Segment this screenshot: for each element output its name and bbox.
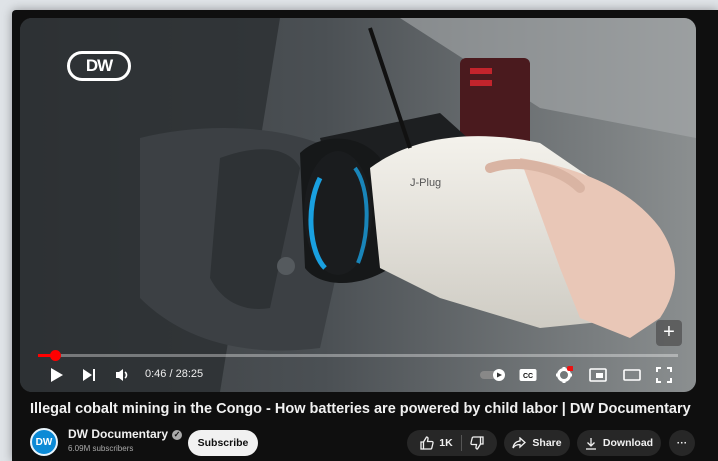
fullscreen-icon[interactable] [652, 364, 676, 386]
divider [460, 435, 462, 451]
share-icon [512, 437, 527, 449]
cc-icon[interactable]: CC [516, 364, 540, 386]
subscribe-button[interactable]: Subscribe [188, 430, 258, 456]
subscriber-count: 6.09M subscribers [68, 444, 134, 453]
verified-icon: ✓ [172, 429, 183, 440]
cc-label: CC [523, 373, 533, 380]
share-button[interactable]: Share [504, 430, 570, 456]
download-icon [585, 437, 597, 450]
download-label: Download [602, 437, 654, 449]
more-label: ··· [676, 437, 688, 449]
player-controls: 0:46 / 28:25 CC [20, 361, 696, 389]
scrubber-handle[interactable] [50, 350, 61, 361]
settings-icon[interactable] [552, 364, 576, 386]
plug-label: J-Plug [410, 177, 441, 189]
channel-name[interactable]: DW Documentary [68, 427, 168, 441]
dislike-icon[interactable] [470, 436, 484, 450]
autoplay-toggle-icon[interactable] [478, 364, 508, 386]
channel-name-row: DW Documentary ✓ [68, 427, 183, 441]
share-label: Share [532, 437, 562, 449]
like-dislike-group: 1K [407, 430, 497, 456]
like-count[interactable]: 1K [439, 437, 452, 449]
next-icon[interactable] [78, 364, 100, 386]
more-icon[interactable]: ··· [669, 430, 695, 456]
theater-icon[interactable] [620, 364, 644, 386]
miniplayer-icon[interactable] [586, 364, 610, 386]
video-player[interactable]: J-Plug DW + 0:46 / 28:25 CC [20, 18, 696, 392]
video-title: Illegal cobalt mining in the Congo - How… [30, 401, 691, 417]
dw-logo: DW [67, 51, 131, 81]
download-button[interactable]: Download [577, 430, 661, 456]
like-icon[interactable] [420, 436, 434, 450]
progress-bar[interactable] [38, 350, 678, 361]
avatar[interactable]: DW [30, 428, 58, 456]
plus-icon[interactable]: + [656, 320, 682, 346]
time-display: 0:46 / 28:25 [145, 368, 204, 380]
volume-icon[interactable] [112, 364, 134, 386]
play-icon[interactable] [46, 364, 68, 386]
